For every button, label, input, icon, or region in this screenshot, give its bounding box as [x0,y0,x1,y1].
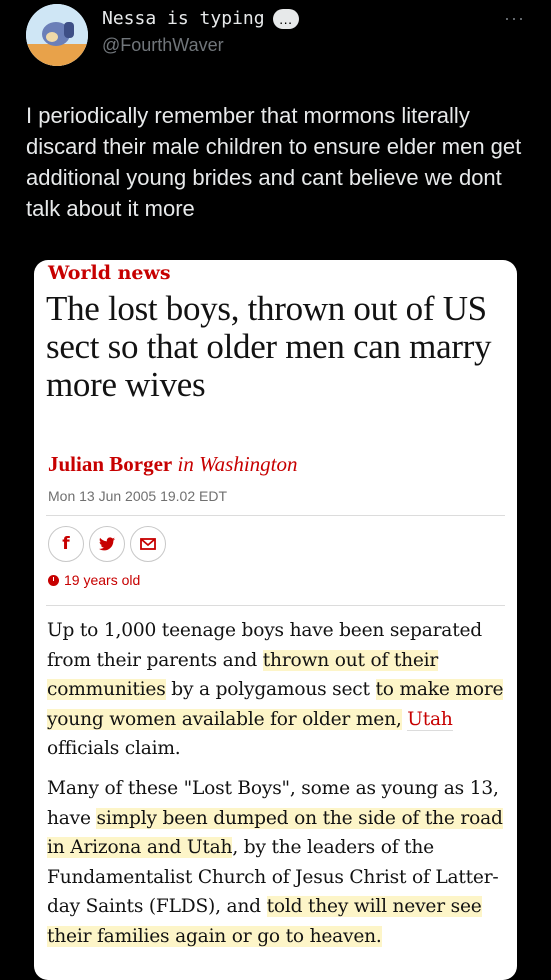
byline: Julian Borger in Washington [48,452,298,477]
article-paragraph-1: Up to 1,000 teenage boys have been separ… [47,616,509,764]
divider [46,605,505,606]
article-paragraph-2: Many of these "Lost Boys", some as young… [47,774,509,951]
article-age: 19 years old [48,572,140,588]
paragraph-text: officials claim. [47,738,181,759]
facebook-icon: f [62,534,70,554]
clock-icon [48,574,59,586]
author-location: in Washington [177,452,298,476]
email-icon [140,538,156,550]
display-name[interactable]: Nessa is typing [102,8,265,29]
author-name: Julian Borger [48,452,173,476]
email-share-button [130,526,166,562]
article-screenshot[interactable]: World news The lost boys, thrown out of … [34,260,517,980]
facebook-share-button: f [48,526,84,562]
divider [46,515,505,516]
article-headline: The lost boys, thrown out of US sect so … [46,289,492,404]
tweet-text: I periodically remember that mormons lit… [26,103,522,221]
user-handle[interactable]: @FourthWaver [102,35,224,56]
article-age-label: 19 years old [64,572,141,588]
more-options-icon[interactable]: ··· [504,8,525,29]
name-row: Nessa is typing … [102,8,299,29]
typing-bubble-icon: … [272,8,299,29]
twitter-share-button [89,526,125,562]
share-buttons: f [48,526,166,562]
paragraph-text: by a polygamous sect [165,679,376,700]
twitter-icon [99,537,115,551]
avatar-image [26,4,88,66]
section-label: World news [48,262,171,284]
utah-link: Utah [407,708,453,731]
avatar[interactable] [26,4,88,66]
article-date: Mon 13 Jun 2005 19.02 EDT [48,488,228,504]
